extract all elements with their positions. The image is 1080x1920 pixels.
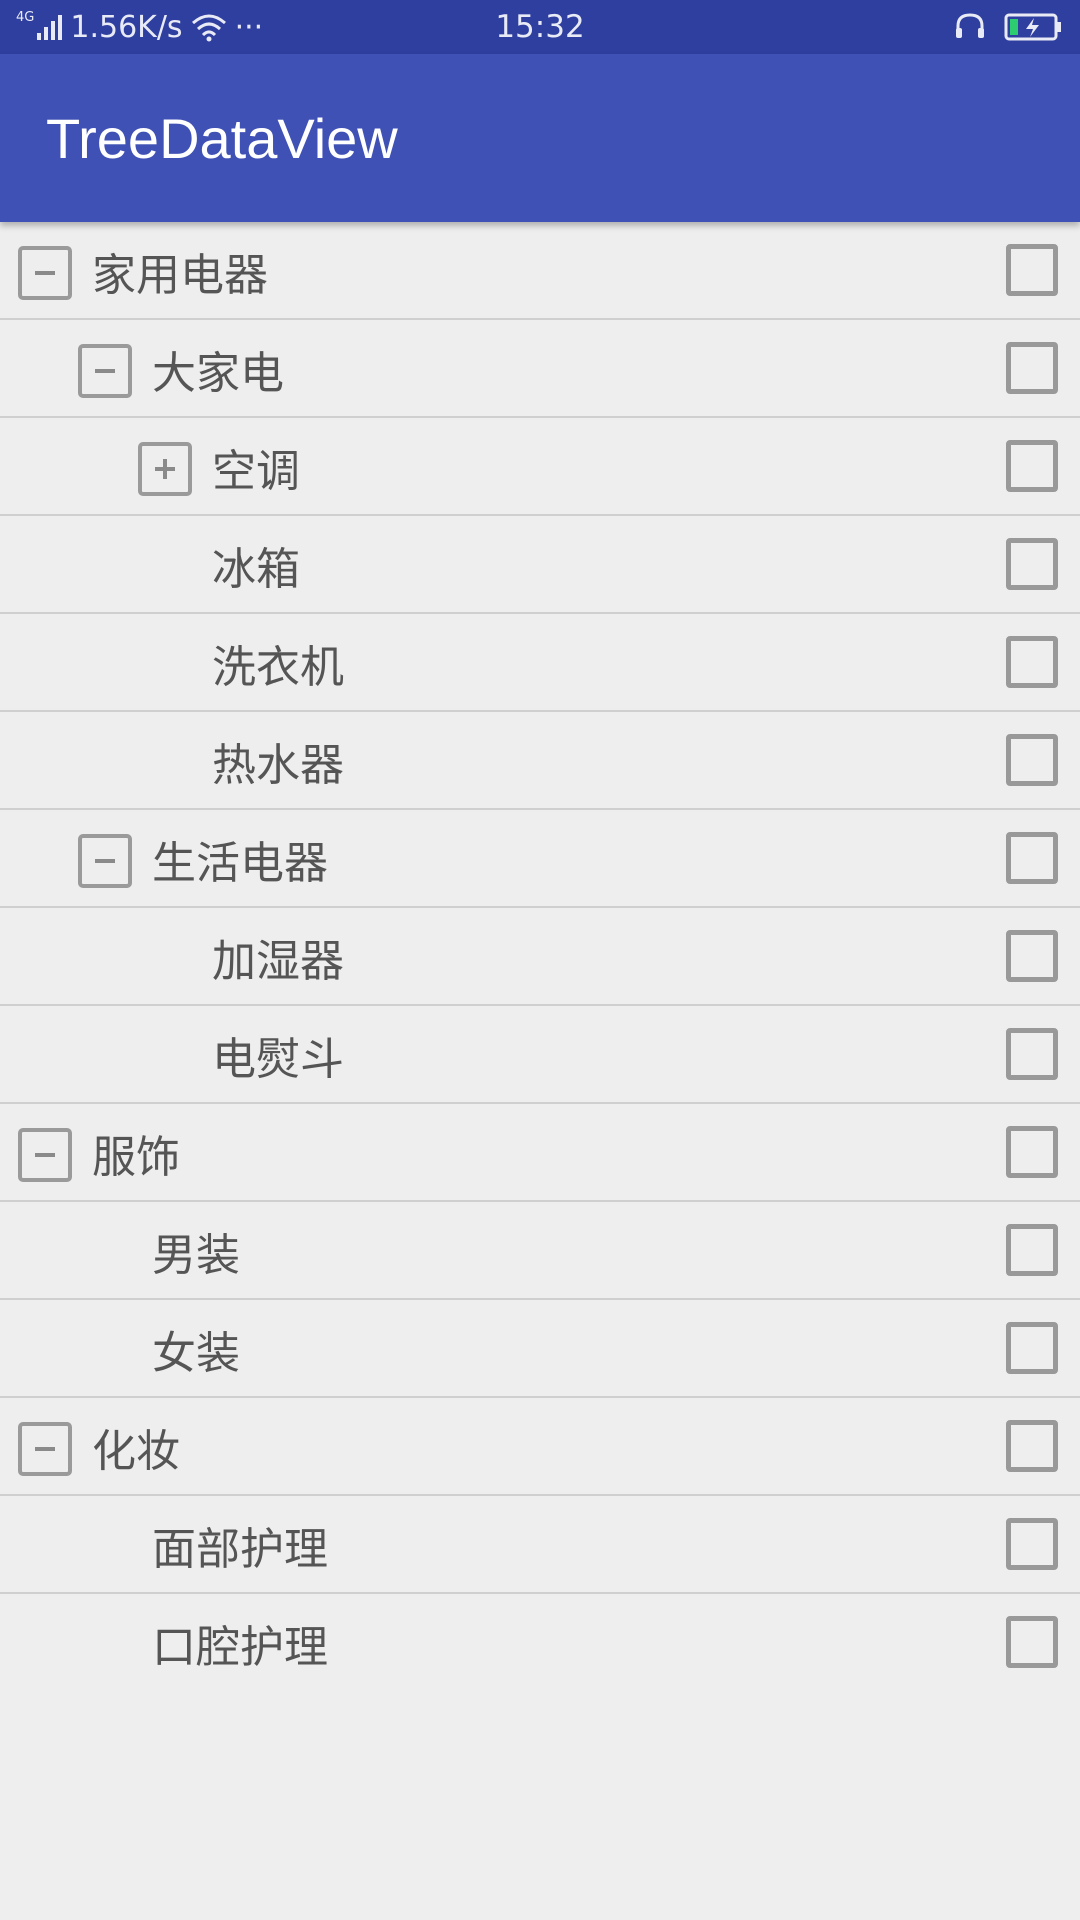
tree-node-label: 加湿器	[212, 936, 344, 987]
expand-icon[interactable]	[138, 442, 192, 496]
node-checkbox[interactable]	[1006, 244, 1058, 296]
node-checkbox[interactable]	[1006, 636, 1058, 688]
tree-node-row[interactable]: 化妆	[0, 1398, 1080, 1496]
app-title: TreeDataView	[46, 106, 398, 170]
node-checkbox[interactable]	[1006, 1616, 1058, 1668]
status-right	[954, 0, 1064, 54]
tree-node-row[interactable]: 男装	[0, 1202, 1080, 1300]
tree-node-label: 电熨斗	[212, 1034, 344, 1085]
tree-node-row[interactable]: 大家电	[0, 320, 1080, 418]
expander-horizontal-bar	[35, 271, 55, 275]
tree-node-row[interactable]: 冰箱	[0, 516, 1080, 614]
node-checkbox[interactable]	[1006, 1420, 1058, 1472]
node-checkbox[interactable]	[1006, 342, 1058, 394]
tree-node-row[interactable]: 女装	[0, 1300, 1080, 1398]
collapse-icon[interactable]	[18, 1422, 72, 1476]
node-checkbox[interactable]	[1006, 538, 1058, 590]
collapse-icon[interactable]	[78, 834, 132, 888]
tree-node-row[interactable]: 洗衣机	[0, 614, 1080, 712]
node-checkbox[interactable]	[1006, 930, 1058, 982]
tree-node-label: 面部护理	[152, 1524, 328, 1575]
expander-horizontal-bar	[95, 859, 115, 863]
tree-node-row[interactable]: 口腔护理	[0, 1594, 1080, 1692]
status-time: 15:32	[495, 9, 585, 45]
tree-node-row[interactable]: 面部护理	[0, 1496, 1080, 1594]
node-checkbox[interactable]	[1006, 1224, 1058, 1276]
node-checkbox[interactable]	[1006, 1518, 1058, 1570]
tree-node-row[interactable]: 空调	[0, 418, 1080, 516]
tree-node-label: 服饰	[92, 1132, 180, 1183]
tree-node-label: 男装	[152, 1230, 240, 1281]
app-bar: TreeDataView	[0, 54, 1080, 222]
tree-node-label: 口腔护理	[152, 1622, 328, 1673]
tree-node-row[interactable]: 热水器	[0, 712, 1080, 810]
node-checkbox[interactable]	[1006, 1322, 1058, 1374]
expander-horizontal-bar	[35, 1153, 55, 1157]
tree-node-label: 洗衣机	[212, 642, 344, 693]
status-bar: 4G 1.56K/s ··· 15:32	[0, 0, 1080, 54]
tree-node-label: 空调	[212, 446, 300, 497]
expander-horizontal-bar	[35, 1447, 55, 1451]
tree-node-label: 大家电	[152, 348, 284, 399]
tree-list: 家用电器大家电空调冰箱洗衣机热水器生活电器加湿器电熨斗 服饰男装女装化妆面部护理口…	[0, 222, 1080, 1692]
collapse-icon[interactable]	[78, 344, 132, 398]
headset-icon	[956, 13, 984, 38]
node-checkbox[interactable]	[1006, 734, 1058, 786]
tree-node-label: 生活电器	[152, 838, 328, 889]
tree-node-label: 女装	[152, 1328, 240, 1379]
collapse-icon[interactable]	[18, 246, 72, 300]
node-checkbox[interactable]	[1006, 440, 1058, 492]
tree-node-label: 化妆	[92, 1426, 180, 1477]
node-checkbox[interactable]	[1006, 1028, 1058, 1080]
tree-node-row[interactable]: 服饰	[0, 1104, 1080, 1202]
tree-node-row[interactable]: 生活电器	[0, 810, 1080, 908]
node-checkbox[interactable]	[1006, 832, 1058, 884]
tree-node-row[interactable]: 家用电器	[0, 222, 1080, 320]
expander-vertical-bar	[163, 459, 167, 479]
tree-node-label: 家用电器	[92, 250, 268, 301]
tree-node-label: 热水器	[212, 740, 344, 791]
tree-node-row[interactable]: 加湿器	[0, 908, 1080, 1006]
expander-horizontal-bar	[95, 369, 115, 373]
collapse-icon[interactable]	[18, 1128, 72, 1182]
node-checkbox[interactable]	[1006, 1126, 1058, 1178]
battery-charging-icon	[1004, 13, 1061, 41]
tree-node-label: 冰箱	[212, 544, 300, 595]
tree-node-row[interactable]: 电熨斗	[0, 1006, 1080, 1104]
